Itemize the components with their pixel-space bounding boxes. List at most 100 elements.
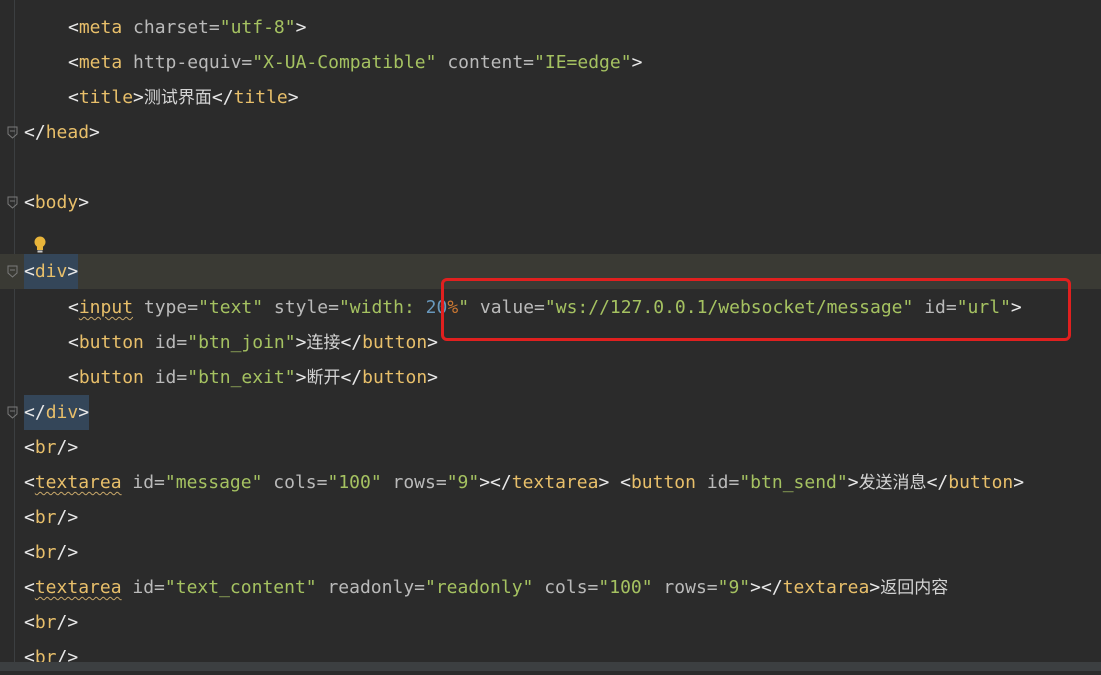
- token: title: [233, 87, 288, 108]
- code-line-meta-http-equiv[interactable]: <meta http-equiv="X-UA-Compatible" conte…: [0, 45, 1101, 80]
- token: >: [89, 122, 100, 143]
- token: <: [24, 192, 35, 213]
- token: <: [24, 261, 35, 282]
- token: id=: [121, 577, 165, 598]
- token: content=: [436, 52, 535, 73]
- token: >: [133, 87, 144, 108]
- lightbulb-icon[interactable]: [33, 236, 47, 254]
- token: button: [362, 367, 428, 388]
- token: "btn_join": [187, 332, 296, 353]
- fold-marker-icon[interactable]: [7, 196, 18, 209]
- token: "width:: [338, 297, 426, 318]
- code-line-btn-exit[interactable]: <button id="btn_exit">断开</button>: [0, 360, 1101, 395]
- fold-marker-icon[interactable]: [7, 406, 18, 419]
- token: button: [948, 472, 1014, 493]
- token: br: [34, 647, 57, 662]
- code-line-head-close[interactable]: </head>: [0, 115, 1101, 150]
- token: 连接: [306, 333, 341, 353]
- token: button: [78, 367, 144, 388]
- token: "9": [446, 472, 480, 493]
- token: >: [295, 17, 307, 38]
- code-line-br[interactable]: <br/>: [0, 535, 1101, 570]
- token: <: [68, 367, 79, 388]
- token: br: [34, 507, 57, 528]
- token: meta: [78, 17, 123, 38]
- token: style=: [263, 297, 339, 318]
- token: <: [24, 472, 35, 493]
- code-line-br[interactable]: <br/>: [0, 430, 1101, 465]
- token: "text_content": [164, 577, 317, 598]
- token: http-equiv=: [122, 52, 253, 73]
- token: >: [427, 367, 439, 388]
- token: readonly=: [316, 577, 425, 598]
- token: />: [56, 437, 79, 458]
- token: </: [926, 472, 949, 493]
- token: >: [78, 402, 90, 423]
- code-line-br[interactable]: <br/>: [0, 638, 1101, 662]
- token: type=: [133, 297, 199, 318]
- token: "readonly": [425, 577, 534, 598]
- status-bar: [0, 662, 1101, 671]
- token: "X-UA-Compatible": [252, 52, 437, 73]
- highlight-annotation-box: [441, 278, 1071, 341]
- token: textarea: [782, 577, 870, 598]
- token: 发送消息: [858, 473, 927, 493]
- token: >: [427, 332, 439, 353]
- token: "text": [198, 297, 264, 318]
- token: button: [78, 332, 144, 353]
- token: />: [56, 507, 79, 528]
- token: charset=: [122, 17, 220, 38]
- token: button: [630, 472, 696, 493]
- token: />: [56, 647, 79, 662]
- token: "btn_exit": [187, 367, 296, 388]
- token: <: [24, 437, 35, 458]
- code-line-div-close[interactable]: </div>: [0, 395, 1101, 430]
- token: 返回内容: [880, 578, 949, 598]
- fold-marker-icon[interactable]: [7, 126, 18, 139]
- code-line-textarea-message[interactable]: <textarea id="message" cols="100" rows="…: [0, 465, 1101, 500]
- token: >: [631, 52, 643, 73]
- code-line-br[interactable]: <br/>: [0, 605, 1101, 640]
- token: <: [68, 87, 79, 108]
- token: rows=: [652, 577, 718, 598]
- token: div: [45, 402, 79, 423]
- token: >: [78, 192, 90, 213]
- token: ></: [479, 472, 512, 493]
- code-line-br[interactable]: <br/>: [0, 500, 1101, 535]
- token: ></: [750, 577, 783, 598]
- token: textarea: [511, 472, 599, 493]
- token: </: [24, 402, 46, 423]
- token: <: [24, 577, 35, 598]
- token: >: [67, 261, 79, 282]
- token: "utf-8": [219, 17, 296, 38]
- token: "IE=edge": [534, 52, 632, 73]
- token: >: [869, 577, 881, 598]
- token: meta: [78, 52, 123, 73]
- code-line-textarea-content[interactable]: <textarea id="text_content" readonly="re…: [0, 570, 1101, 605]
- token: br: [34, 437, 57, 458]
- code-line-title[interactable]: <title>测试界面</title>: [0, 80, 1101, 115]
- token: "9": [717, 577, 751, 598]
- token: <: [24, 507, 35, 528]
- token: >: [287, 87, 299, 108]
- token: 断开: [306, 368, 341, 388]
- token: title: [78, 87, 134, 108]
- token: <: [68, 17, 79, 38]
- token: br: [34, 542, 57, 563]
- token: br: [34, 612, 57, 633]
- code-line-meta-charset[interactable]: <meta charset="utf-8">: [0, 10, 1101, 45]
- token: rows=: [381, 472, 447, 493]
- token: body: [34, 192, 79, 213]
- token: <: [24, 647, 35, 662]
- token: "100": [327, 472, 382, 493]
- token: />: [56, 612, 79, 633]
- token: "100": [598, 577, 653, 598]
- token: </: [24, 122, 46, 143]
- token: div: [34, 261, 68, 282]
- token: "btn_send": [739, 472, 848, 493]
- fold-marker-icon[interactable]: [7, 265, 18, 278]
- token: textarea: [34, 577, 122, 598]
- code-line-body-open[interactable]: <body>: [0, 185, 1101, 220]
- token: >: [295, 367, 307, 388]
- token: </: [211, 87, 234, 108]
